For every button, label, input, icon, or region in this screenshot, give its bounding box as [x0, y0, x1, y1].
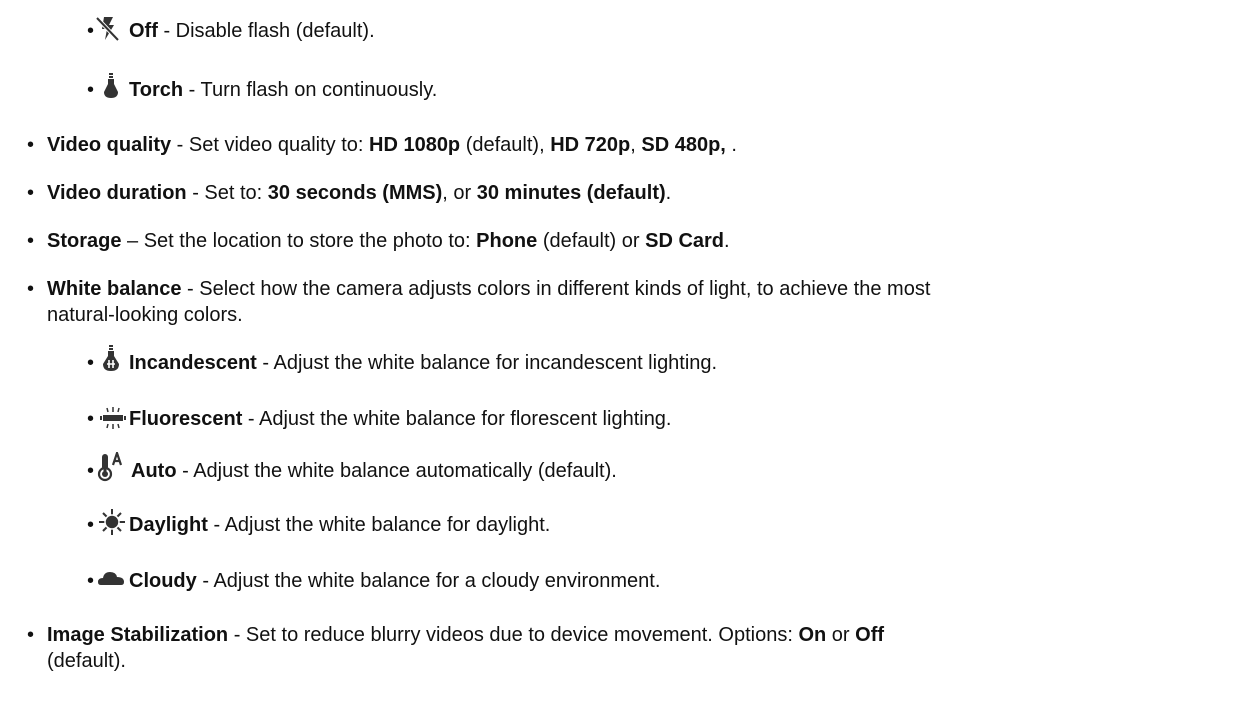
item-text: Video duration - Set to: 30 seconds (MMS…: [47, 180, 671, 206]
option: Off: [855, 624, 885, 646]
bullet: •: [27, 278, 35, 300]
description: - Set video quality to:: [171, 134, 369, 156]
option: SD Card: [645, 230, 725, 252]
description: - Turn flash on continuously.: [183, 79, 438, 101]
item-text: Off - Disable flash (default).: [129, 18, 375, 44]
incandescent-icon: [96, 344, 126, 374]
option: 30 seconds (MMS): [267, 182, 443, 204]
term: Storage: [47, 230, 122, 252]
description: , or: [442, 182, 477, 204]
term: Video duration: [47, 182, 187, 204]
description: or: [826, 624, 856, 646]
item-text: Daylight - Adjust the white balance for …: [129, 512, 550, 538]
description: – Set the location to store the photo to…: [121, 230, 477, 252]
list-item-flash-off: • Off - Disable flash (default).: [0, 16, 1241, 48]
bullet: •: [27, 134, 35, 156]
torch-icon: [96, 71, 126, 101]
term: Off: [129, 20, 158, 42]
term: Incandescent: [129, 352, 257, 374]
description: - Select how the camera adjusts colors i…: [181, 278, 931, 300]
bullet: •: [27, 182, 35, 204]
description-continuation: natural-looking colors.: [47, 304, 243, 326]
list-item-cloudy: • Cloudy - Adjust the white balance for …: [0, 568, 1241, 598]
description: - Set to:: [186, 182, 268, 204]
option: SD 480p,: [641, 134, 726, 156]
description: (default),: [460, 134, 551, 156]
cloudy-icon: [96, 565, 126, 595]
option: HD 1080p: [369, 134, 461, 156]
term: Cloudy: [129, 570, 197, 592]
bullet: •: [27, 624, 35, 646]
fluorescent-icon: [97, 404, 127, 434]
description-continuation: (default).: [47, 650, 126, 672]
item-text: Incandescent - Adjust the white balance …: [129, 350, 717, 376]
description: - Adjust the white balance for florescen…: [242, 408, 672, 430]
list-item-video-quality: • Video quality - Set video quality to: …: [0, 132, 1241, 160]
term: Daylight: [129, 514, 208, 536]
description: .: [725, 134, 737, 156]
list-item-daylight: • Daylight - Adjust the white balance fo…: [0, 509, 1241, 542]
list-item-auto-white-balance: • Auto - Adjust the white balance automa…: [0, 452, 1241, 488]
description: - Adjust the white balance for incandesc…: [256, 352, 718, 374]
item-text: Auto - Adjust the white balance automati…: [131, 458, 617, 484]
daylight-icon: [97, 507, 127, 537]
option: 30 minutes (default): [476, 182, 666, 204]
description: - Disable flash (default).: [157, 20, 375, 42]
list-item-video-duration: • Video duration - Set to: 30 seconds (M…: [0, 180, 1241, 208]
list-item-torch: • Torch - Turn flash on continuously.: [0, 73, 1241, 107]
option: Phone: [476, 230, 538, 252]
list-item-incandescent: • Incandescent - Adjust the white balanc…: [0, 345, 1241, 380]
list-item-white-balance: • White balance - Select how the camera …: [0, 276, 1241, 330]
bullet: •: [27, 230, 35, 252]
term: White balance: [47, 278, 182, 300]
item-text: Fluorescent - Adjust the white balance f…: [129, 406, 672, 432]
description: - Adjust the white balance for a cloudy …: [196, 570, 661, 592]
description: - Set to reduce blurry videos due to dev…: [228, 624, 799, 646]
item-text: Cloudy - Adjust the white balance for a …: [129, 568, 660, 594]
description: - Adjust the white balance automatically…: [176, 460, 617, 482]
list-item-storage: • Storage – Set the location to store th…: [0, 228, 1241, 256]
term: Fluorescent: [129, 408, 243, 430]
option: On: [798, 624, 827, 646]
item-text: Torch - Turn flash on continuously.: [129, 77, 437, 103]
list-item-fluorescent: • Fluorescent - Adjust the white balance…: [0, 406, 1241, 436]
item-text: Video quality - Set video quality to: HD…: [47, 132, 737, 158]
description: - Adjust the white balance for daylight.: [207, 514, 551, 536]
flash-off-icon: [92, 14, 122, 44]
item-text: White balance - Select how the camera ad…: [47, 276, 930, 302]
term: Image Stabilization: [47, 624, 229, 646]
description: .: [665, 182, 672, 204]
description: ,: [630, 134, 642, 156]
term: Auto: [131, 460, 177, 482]
term: Torch: [129, 79, 184, 101]
item-text: Image Stabilization - Set to reduce blur…: [47, 622, 884, 648]
description: (default) or: [537, 230, 646, 252]
description: .: [724, 230, 730, 252]
option: HD 720p: [550, 134, 631, 156]
item-text: Storage – Set the location to store the …: [47, 228, 730, 254]
term: Video quality: [47, 134, 172, 156]
list-item-image-stabilization: • Image Stabilization - Set to reduce bl…: [0, 622, 1241, 676]
auto-white-balance-icon: [96, 452, 130, 482]
